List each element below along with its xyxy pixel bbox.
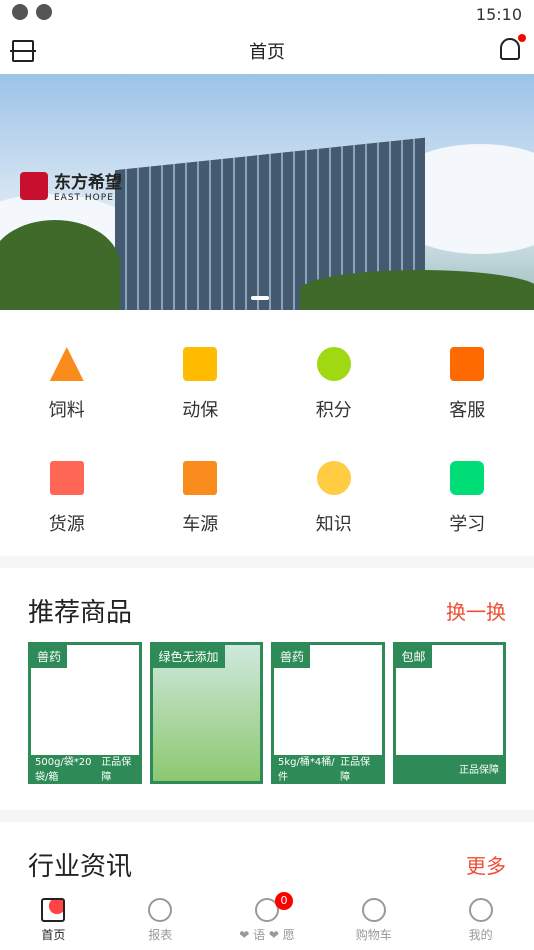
tab-label: 首页 (41, 928, 66, 942)
category-4[interactable]: 货源 (0, 436, 134, 550)
category-0[interactable]: 饲料 (0, 322, 134, 436)
product-card[interactable]: 兽药 5kg/桶*4桶/件 正品保障 (271, 642, 385, 784)
category-label: 货源 (48, 514, 85, 535)
product-card[interactable]: 包邮正品保障 (392, 642, 506, 784)
category-label: 车源 (182, 514, 219, 535)
cart-icon (361, 898, 386, 922)
pie-chart-icon (148, 898, 173, 922)
category-label: 知识 (315, 514, 352, 535)
header: 首页 (0, 28, 534, 74)
medicine-jar-icon (183, 347, 218, 381)
carousel-indicator (251, 296, 269, 300)
product-tag: 包邮 (395, 645, 432, 668)
product-tag: 兽药 (31, 645, 68, 668)
category-label: 积分 (315, 400, 352, 421)
wishlist-badge: 0 (274, 892, 293, 910)
heart-icon: 0 (254, 892, 293, 922)
tab-2[interactable]: 0 ❤ 语 ❤ 愿 (214, 888, 321, 950)
category-6[interactable]: 知识 (267, 436, 401, 550)
bell-icon[interactable] (500, 34, 526, 60)
scan-icon[interactable] (10, 40, 36, 62)
section-title: 推荐商品 (28, 597, 133, 628)
category-2[interactable]: 积分 (267, 322, 401, 436)
points-star-icon (316, 347, 351, 381)
product-list: 兽药 500g/袋*20袋/箱 正品保障 绿色无添加 兽药 5kg/桶*4桶/件 正品保障包… (0, 642, 534, 784)
category-3[interactable]: 客服 (401, 322, 534, 436)
clock: 15:10 (475, 4, 522, 24)
home-icon (41, 898, 66, 922)
product-footer: 500g/袋*20袋/箱 正品保障 (31, 755, 139, 781)
category-label: 学习 (449, 514, 486, 535)
product-spec: 500g/袋*20袋/箱 (35, 757, 92, 783)
shopping-bag-icon (450, 347, 485, 381)
face-icon (316, 461, 351, 495)
tab-3[interactable]: 购物车 (320, 888, 427, 950)
tv-icon (450, 461, 485, 495)
refresh-button[interactable]: 换一换 (446, 596, 506, 625)
more-button[interactable]: 更多 (466, 850, 506, 879)
tab-label: 报表 (148, 928, 173, 942)
product-seal: 正品保障 (459, 764, 499, 776)
notification-dot (518, 34, 526, 42)
user-icon (468, 898, 493, 922)
notification-icons (12, 4, 60, 24)
tab-1[interactable]: 报表 (107, 888, 214, 950)
truck-icon (183, 461, 218, 495)
category-7[interactable]: 学习 (401, 436, 534, 550)
product-footer: 5kg/桶*4桶/件 正品保障 (274, 755, 382, 781)
tab-4[interactable]: 我的 (427, 888, 534, 950)
logo-subtext: EAST HOPE (54, 193, 114, 203)
recommend-header: 推荐商品 换一换 (0, 568, 534, 652)
tab-label: 我的 (468, 928, 493, 942)
product-card[interactable]: 绿色无添加 (149, 642, 263, 784)
brand-logo: 东方希望 EAST HOPE (20, 168, 122, 203)
tab-0[interactable]: 首页 (0, 888, 107, 950)
product-tag: 兽药 (274, 645, 311, 668)
product-seal: 正品保障 (340, 757, 371, 783)
product-card[interactable]: 兽药 500g/袋*20袋/箱 正品保障 (28, 642, 142, 784)
category-label: 饲料 (48, 400, 85, 421)
product-spec: 5kg/桶*4桶/件 (278, 757, 335, 783)
status-bar: 15:10 (0, 0, 534, 28)
section-title: 行业资讯 (28, 851, 133, 882)
logo-text: 东方希望 (54, 173, 122, 193)
category-label: 动保 (182, 400, 219, 421)
category-label: 客服 (449, 400, 486, 421)
tab-label: ❤ 语 ❤ 愿 (239, 928, 295, 942)
product-seal: 正品保障 (101, 757, 132, 783)
bottom-tab-bar: 首页 报表 0 ❤ 语 ❤ 愿 购物车 我的 (0, 888, 534, 950)
product-tag: 绿色无添加 (152, 645, 225, 668)
product-footer: 正品保障 (395, 755, 503, 781)
tab-label: 购物车 (355, 928, 392, 942)
banner-carousel[interactable]: 东方希望 EAST HOPE (0, 74, 534, 310)
page-title: 首页 (249, 42, 285, 63)
category-grid: 饲料 动保 积分 客服货源 车源 知识 学习 (0, 310, 534, 556)
category-1[interactable]: 动保 (134, 322, 268, 436)
feed-icon (49, 347, 84, 381)
drawer-icon (49, 461, 84, 495)
category-5[interactable]: 车源 (134, 436, 268, 550)
